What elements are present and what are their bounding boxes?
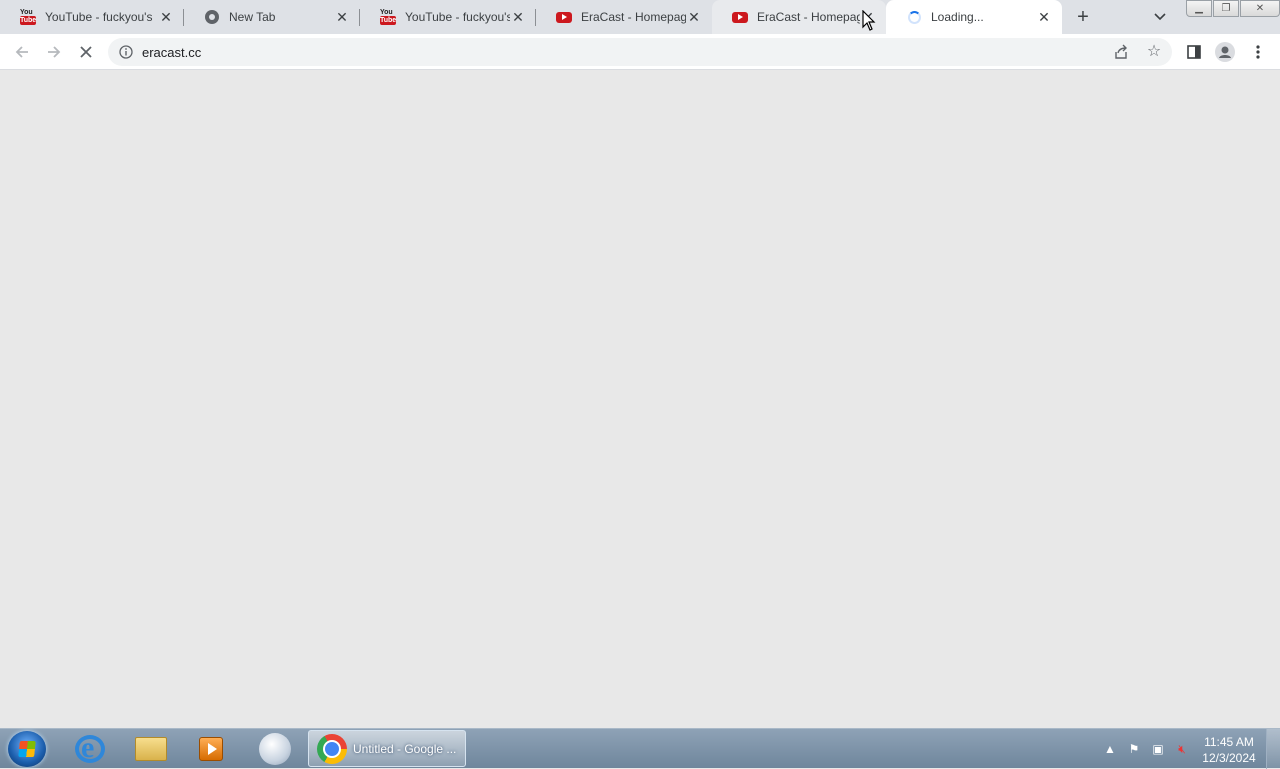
youtube-classic-icon: You Tube xyxy=(380,9,397,25)
new-tab-button[interactable]: + xyxy=(1071,5,1095,29)
taskbar-internet-explorer[interactable] xyxy=(68,731,112,767)
taskbar-clock[interactable]: 11:45 AM 12/3/2024 xyxy=(1196,734,1262,766)
system-tray: ▲ ⚑ ▣ 🔇︎ xyxy=(1098,737,1194,761)
chevron-down-icon xyxy=(1154,13,1166,21)
taskbar-media-player[interactable] xyxy=(189,731,233,767)
tab-youtube-1[interactable]: You Tube YouTube - fuckyou's ✕ xyxy=(0,0,184,34)
taskbar-window-label: Untitled - Google ... xyxy=(353,741,457,756)
close-tab-icon[interactable]: ✕ xyxy=(158,9,174,25)
clock-time: 11:45 AM xyxy=(1204,735,1254,749)
address-text[interactable]: eracast.cc xyxy=(142,45,201,60)
side-panel-icon xyxy=(1187,45,1201,59)
plus-icon: + xyxy=(1077,5,1089,28)
youtube-icon xyxy=(732,9,748,25)
share-icon[interactable] xyxy=(1112,43,1130,61)
show-desktop-button[interactable] xyxy=(1266,729,1280,769)
page-content xyxy=(0,71,1280,728)
taskbar-app[interactable] xyxy=(253,731,297,767)
chrome-icon xyxy=(204,9,220,25)
profile-button[interactable] xyxy=(1214,41,1236,63)
taskbar-file-explorer[interactable] xyxy=(129,731,173,767)
tab-strip: You Tube YouTube - fuckyou's ✕ New Tab ✕ … xyxy=(0,0,1280,34)
window-controls: ▁ ❐ ✕ xyxy=(1185,0,1280,18)
internet-explorer-icon xyxy=(75,731,105,765)
tab-eracast-2[interactable]: EraCast - Homepage ✕ xyxy=(712,0,886,34)
bookmark-star-icon[interactable]: ☆ xyxy=(1144,41,1164,61)
tab-title: New Tab xyxy=(229,10,276,24)
forward-button[interactable] xyxy=(42,40,66,64)
action-center-flag-icon[interactable]: ⚑ xyxy=(1122,739,1146,759)
forward-arrow-icon xyxy=(48,46,61,58)
restore-icon: ❐ xyxy=(1221,3,1231,14)
tab-title: YouTube - fuckyou's xyxy=(45,10,153,24)
youtube-icon xyxy=(556,9,572,25)
tab-new-tab[interactable]: New Tab ✕ xyxy=(184,0,360,34)
more-vertical-icon xyxy=(1256,45,1260,59)
back-arrow-icon xyxy=(15,46,28,58)
tray-expand-icon[interactable]: ▲ xyxy=(1098,739,1122,759)
tab-youtube-2[interactable]: You Tube YouTube - fuckyou's ✕ xyxy=(360,0,536,34)
close-tab-icon[interactable]: ✕ xyxy=(334,9,350,25)
folder-icon xyxy=(135,737,167,761)
taskbar-chrome-window[interactable]: Untitled - Google ... xyxy=(308,730,466,767)
tab-eracast-1[interactable]: EraCast - Homepage ✕ xyxy=(536,0,712,34)
network-icon[interactable]: ▣ xyxy=(1146,739,1170,759)
start-button[interactable] xyxy=(8,731,46,767)
volume-muted-icon[interactable]: 🔇︎ xyxy=(1170,739,1194,759)
close-tab-icon[interactable]: ✕ xyxy=(1036,9,1052,25)
close-tab-icon[interactable]: ✕ xyxy=(686,9,702,25)
tab-loading[interactable]: Loading... ✕ xyxy=(886,0,1062,34)
minimize-icon: ▁ xyxy=(1195,3,1203,14)
browser-toolbar: eracast.cc ☆ xyxy=(0,34,1280,70)
tab-title: EraCast - Homepage xyxy=(757,10,860,24)
menu-button[interactable] xyxy=(1247,41,1269,63)
tab-title: YouTube - fuckyou's xyxy=(405,10,510,24)
close-icon: ✕ xyxy=(1255,3,1265,14)
tab-title: EraCast - Homepage xyxy=(581,10,686,24)
back-button[interactable] xyxy=(10,40,34,64)
site-info-icon[interactable] xyxy=(118,44,134,60)
media-player-icon xyxy=(199,737,223,761)
restore-button[interactable]: ❐ xyxy=(1213,0,1239,17)
avatar-icon xyxy=(1215,42,1235,62)
clock-date: 12/3/2024 xyxy=(1202,751,1256,765)
youtube-classic-icon: You Tube xyxy=(20,9,37,25)
minimize-button[interactable]: ▁ xyxy=(1186,0,1212,17)
loading-spinner-icon xyxy=(906,9,922,25)
address-bar[interactable]: eracast.cc ☆ xyxy=(108,38,1172,66)
close-icon xyxy=(80,46,92,58)
taskbar: Untitled - Google ... ▲ ⚑ ▣ 🔇︎ 11:45 AM … xyxy=(0,728,1280,769)
mouse-cursor-icon xyxy=(862,10,876,31)
side-panel-button[interactable] xyxy=(1183,41,1205,63)
stop-loading-button[interactable] xyxy=(74,40,98,64)
close-window-button[interactable]: ✕ xyxy=(1240,0,1280,17)
chrome-icon xyxy=(317,733,347,764)
tab-search-button[interactable] xyxy=(1150,8,1170,26)
close-tab-icon[interactable]: ✕ xyxy=(510,9,526,25)
tab-title: Loading... xyxy=(931,10,984,24)
app-orb-icon xyxy=(259,733,291,765)
